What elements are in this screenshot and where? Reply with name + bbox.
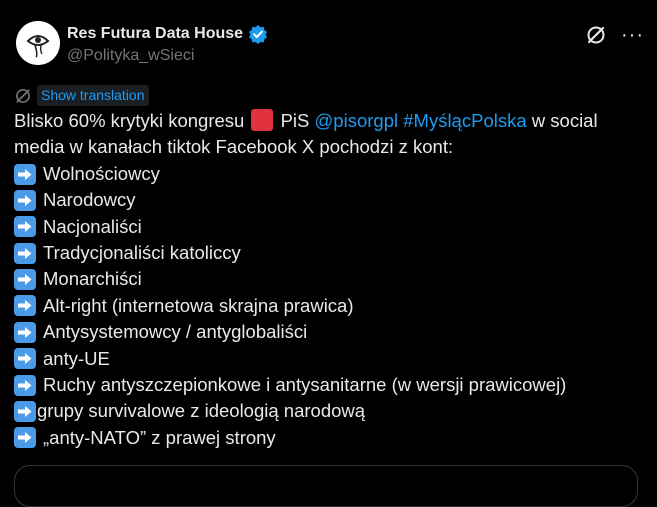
translate-row: Show translation xyxy=(14,85,149,106)
embedded-card[interactable] xyxy=(14,465,638,507)
list-item: Wolnościowcy xyxy=(14,161,644,187)
list-item-label: grupy survivalowe z ideologią narodową xyxy=(37,400,366,422)
author-handle[interactable]: @Polityka_wSieci xyxy=(67,47,268,65)
post-line-1: Blisko 60% krytyki kongresu PiS @pisorgp… xyxy=(14,108,644,134)
right-arrow-emoji-icon xyxy=(14,348,36,370)
red-square-emoji-icon xyxy=(251,109,274,131)
list-item-label: Alt-right (internetowa skrajna prawica) xyxy=(43,294,354,316)
avatar[interactable] xyxy=(16,21,60,65)
right-arrow-emoji-icon xyxy=(14,427,36,449)
list-item: Nacjonaliści xyxy=(14,214,644,240)
post-line-2: media w kanałach tiktok Facebook X pocho… xyxy=(14,136,454,158)
list-item: anty-UE xyxy=(14,346,644,372)
list-item: Ruchy antyszczepionkowe i antysanitarne … xyxy=(14,372,644,398)
right-arrow-emoji-icon xyxy=(14,269,36,291)
list-item: Tradycjonaliści katoliccy xyxy=(14,240,644,266)
mention-link[interactable]: @pisorgpl xyxy=(315,110,399,131)
list-item-label: anty-UE xyxy=(43,347,110,369)
list-item-label: Narodowcy xyxy=(43,189,136,211)
verified-badge-icon[interactable] xyxy=(248,24,268,44)
list-item-label: Wolnościowcy xyxy=(43,162,160,184)
list-item: Alt-right (internetowa skrajna prawica) xyxy=(14,293,644,319)
post-list: Wolnościowcy Narodowcy Nacjonaliści Tradycj… xyxy=(14,161,644,451)
list-item: Monarchiści xyxy=(14,266,644,292)
right-arrow-emoji-icon xyxy=(14,242,36,264)
post-header: Res Futura Data House @Polityka_wSieci ·… xyxy=(14,17,643,73)
list-item-label: „anty-NATO” z prawej strony xyxy=(43,426,276,448)
list-item: Narodowcy xyxy=(14,187,644,213)
author-display-name[interactable]: Res Futura Data House xyxy=(67,25,243,43)
post-text-pis: PiS xyxy=(280,110,310,131)
list-item-label: Monarchiści xyxy=(43,268,142,290)
list-item-label: Antysystemowcy / antyglobaliści xyxy=(43,321,308,343)
right-arrow-emoji-icon xyxy=(14,321,36,343)
list-item: grupy survivalowe z ideologią narodową xyxy=(14,398,644,424)
post-text-tail: w social xyxy=(531,110,598,131)
right-arrow-emoji-icon xyxy=(14,374,36,396)
right-arrow-emoji-icon xyxy=(14,189,36,211)
grok-icon[interactable] xyxy=(585,24,607,46)
grok-translate-icon xyxy=(14,87,32,105)
list-item: „anty-NATO” z prawej strony xyxy=(14,425,644,451)
show-translation-button[interactable]: Show translation xyxy=(37,85,149,106)
hashtag-link[interactable]: #MyślącPolska xyxy=(403,110,526,131)
list-item-label: Tradycjonaliści katoliccy xyxy=(43,241,241,263)
list-item: Antysystemowcy / antyglobaliści xyxy=(14,319,644,345)
post-text-intro: Blisko 60% krytyki kongresu xyxy=(14,110,245,131)
more-options-icon[interactable]: ··· xyxy=(621,25,643,45)
right-arrow-emoji-icon xyxy=(14,295,36,317)
right-arrow-emoji-icon xyxy=(14,163,36,185)
right-arrow-emoji-icon xyxy=(14,216,36,238)
right-arrow-emoji-icon xyxy=(14,401,36,423)
list-item-label: Ruchy antyszczepionkowe i antysanitarne … xyxy=(43,373,567,395)
list-item-label: Nacjonaliści xyxy=(43,215,142,237)
post-text: Blisko 60% krytyki kongresu PiS @pisorgp… xyxy=(14,108,644,451)
